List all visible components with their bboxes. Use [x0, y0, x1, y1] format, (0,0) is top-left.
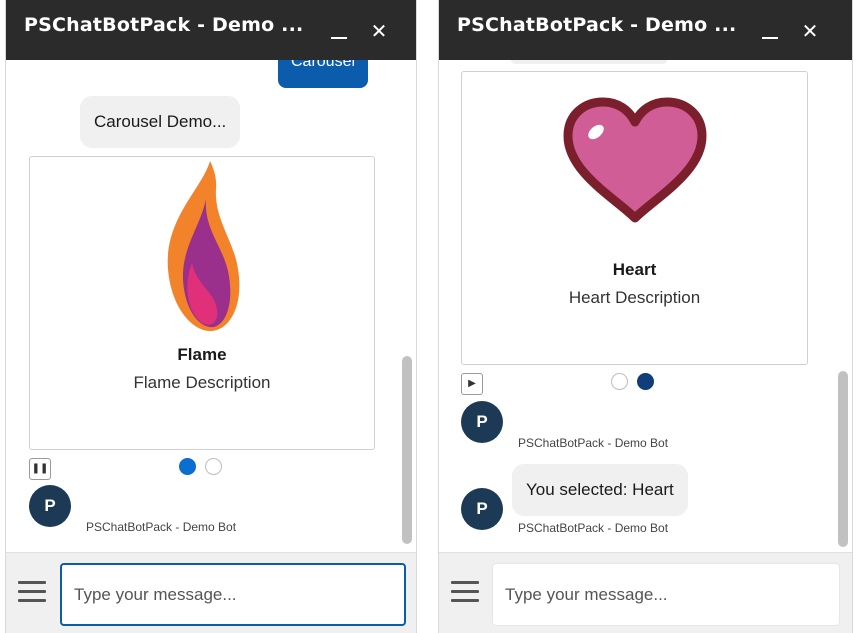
scrollbar-thumb[interactable]	[838, 371, 848, 547]
bot-message-bubble: You selected: Heart	[512, 464, 688, 516]
close-icon: ✕	[370, 19, 388, 43]
carousel-dot-2[interactable]	[205, 458, 222, 475]
title-bar: PSChatBotPack - Demo ... ✕	[6, 0, 416, 60]
close-button[interactable]: ✕	[368, 20, 390, 42]
carousel-card[interactable]: Heart Heart Description	[461, 71, 808, 365]
scrollbar[interactable]	[838, 60, 848, 552]
carousel-dot-1[interactable]	[611, 373, 628, 390]
flame-icon	[167, 161, 240, 331]
avatar: P	[461, 488, 503, 530]
scrollbar[interactable]	[402, 60, 412, 552]
message-list: Heart Heart Description ▶ P PSChatBotPac…	[439, 60, 852, 552]
menu-button[interactable]	[18, 581, 46, 605]
chat-window-right: PSChatBotPack - Demo ... ✕ Heart Heart D…	[438, 0, 853, 633]
carousel-pause-button[interactable]: ❚❚	[29, 458, 51, 480]
carousel-play-button[interactable]: ▶	[461, 373, 483, 395]
avatar: P	[461, 401, 503, 443]
message-input[interactable]	[60, 563, 406, 626]
window-title: PSChatBotPack - Demo ...	[457, 14, 737, 36]
minimize-icon	[762, 37, 778, 39]
message-input[interactable]	[492, 563, 840, 626]
bot-message-text: You selected: Heart	[526, 480, 674, 499]
carousel-indicators	[179, 458, 222, 475]
card-description: Flame Description	[133, 373, 271, 392]
sender-name: PSChatBotPack - Demo Bot	[518, 521, 669, 535]
sender-name: PSChatBotPack - Demo Bot	[518, 436, 669, 450]
composer	[439, 552, 852, 633]
carousel-dot-2[interactable]	[637, 373, 654, 390]
minimize-button[interactable]	[328, 20, 350, 42]
composer	[6, 552, 416, 633]
close-button[interactable]: ✕	[799, 20, 821, 42]
title-bar: PSChatBotPack - Demo ... ✕	[439, 0, 852, 60]
message-list: Carousel Carousel Demo... Flame Flame De…	[6, 60, 416, 552]
user-message-text: Carousel	[291, 60, 356, 70]
play-icon: ▶	[468, 378, 476, 389]
avatar-letter: P	[44, 496, 56, 515]
close-icon: ✕	[801, 19, 819, 43]
card-title: Heart	[612, 260, 657, 279]
minimize-icon	[331, 37, 347, 39]
bot-message-bubble-partial	[511, 60, 667, 64]
carousel-dot-1[interactable]	[179, 458, 196, 475]
card-description: Heart Description	[568, 288, 701, 307]
bot-message-bubble: Carousel Demo...	[80, 96, 241, 148]
avatar-letter: P	[476, 412, 488, 431]
bot-message-text: Carousel Demo...	[94, 112, 227, 131]
chat-window-left: PSChatBotPack - Demo ... ✕ Carousel Caro…	[5, 0, 417, 633]
avatar-letter: P	[476, 499, 488, 518]
sender-name: PSChatBotPack - Demo Bot	[86, 520, 237, 534]
avatar: P	[29, 485, 71, 527]
heart-icon	[563, 97, 706, 223]
carousel-card[interactable]: Flame Flame Description	[29, 156, 375, 450]
user-message-bubble: Carousel	[278, 60, 369, 88]
window-title: PSChatBotPack - Demo ...	[24, 14, 304, 36]
scrollbar-thumb[interactable]	[402, 356, 412, 544]
menu-button[interactable]	[451, 581, 479, 605]
card-title: Flame	[177, 345, 227, 364]
pause-icon: ❚❚	[31, 463, 49, 474]
carousel-indicators	[611, 373, 654, 390]
minimize-button[interactable]	[759, 20, 781, 42]
